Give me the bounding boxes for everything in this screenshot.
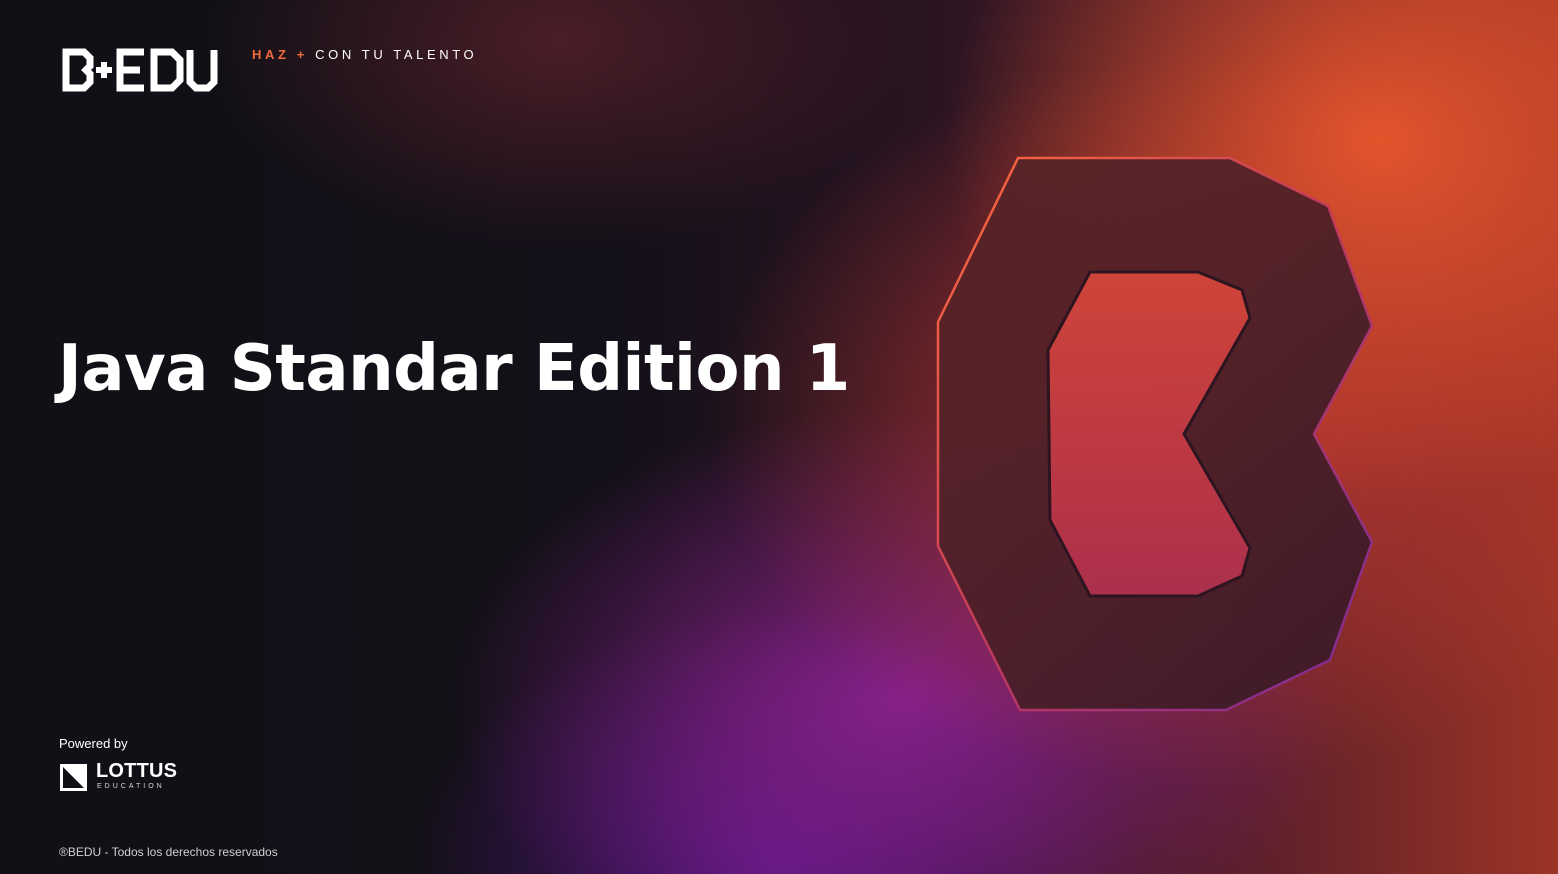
bedu-b-emblem-icon [936,156,1374,712]
tagline-highlight: HAZ + [252,47,308,62]
bedu-logo-icon [62,48,218,92]
partner-name: LOTTUS [96,760,178,782]
powered-by-label: Powered by [59,736,128,751]
tagline-text: CON TU TALENTO [315,47,478,62]
copyright-footer: ®BEDU - Todos los derechos reservados [59,845,278,859]
title-slide: HAZ + CON TU TALENTO Java Standar Editio… [0,0,1558,874]
slide-title: Java Standar Edition 1 [58,332,850,406]
partner-subtitle: EDUCATION [97,783,165,790]
lottus-logo: LOTTUS EDUCATION [60,760,190,794]
tagline: HAZ + CON TU TALENTO [252,47,477,62]
lottus-mark-icon [60,764,87,791]
